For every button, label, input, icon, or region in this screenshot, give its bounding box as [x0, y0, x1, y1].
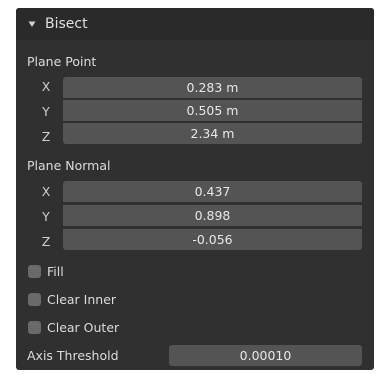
plane-normal-z-field[interactable]: -0.056	[63, 229, 362, 250]
plane-point-z-label: Z	[41, 129, 51, 144]
clear-outer-label: Clear Outer	[47, 319, 120, 335]
clear-inner-checkbox[interactable]	[28, 292, 41, 306]
panel-title: Bisect	[45, 16, 88, 32]
clear-outer-checkbox[interactable]	[28, 320, 41, 334]
plane-point-z-value: 2.34 m	[190, 126, 235, 141]
plane-point-y-field[interactable]: 0.505 m	[63, 100, 362, 121]
plane-normal-y-field[interactable]: 0.898	[63, 205, 362, 226]
plane-normal-label: Plane Normal	[27, 158, 111, 173]
fill-checkbox[interactable]	[28, 264, 41, 278]
plane-normal-x-field[interactable]: 0.437	[63, 181, 362, 202]
plane-point-x-value: 0.283 m	[186, 80, 239, 95]
clear-inner-checkbox-row[interactable]: Clear Inner	[28, 289, 116, 309]
plane-normal-z-value: -0.056	[192, 232, 233, 247]
plane-point-y-label: Y	[42, 104, 50, 119]
plane-point-y-value: 0.505 m	[186, 103, 239, 118]
disclosure-triangle-down-icon[interactable]	[28, 20, 36, 28]
fill-checkbox-row[interactable]: Fill	[28, 261, 64, 281]
plane-normal-z-label: Z	[41, 234, 51, 249]
panel-header[interactable]: Bisect	[16, 8, 374, 40]
plane-normal-x-label: X	[41, 184, 51, 199]
plane-point-label: Plane Point	[27, 54, 97, 69]
plane-point-x-field[interactable]: 0.283 m	[63, 77, 362, 98]
plane-point-x-label: X	[41, 79, 51, 94]
plane-point-z-field[interactable]: 2.34 m	[63, 123, 362, 144]
plane-normal-y-label: Y	[42, 209, 50, 224]
clear-inner-label: Clear Inner	[47, 291, 117, 307]
clear-outer-checkbox-row[interactable]: Clear Outer	[28, 317, 119, 337]
plane-normal-x-value: 0.437	[194, 184, 231, 199]
plane-normal-y-value: 0.898	[194, 208, 231, 223]
axis-threshold-label: Axis Threshold	[27, 348, 119, 363]
axis-threshold-value: 0.00010	[239, 348, 292, 363]
axis-threshold-field[interactable]: 0.00010	[169, 345, 362, 366]
fill-label: Fill	[47, 263, 64, 279]
bisect-panel: Bisect Plane Point X 0.283 m Y 0.505 m Z…	[16, 8, 374, 370]
